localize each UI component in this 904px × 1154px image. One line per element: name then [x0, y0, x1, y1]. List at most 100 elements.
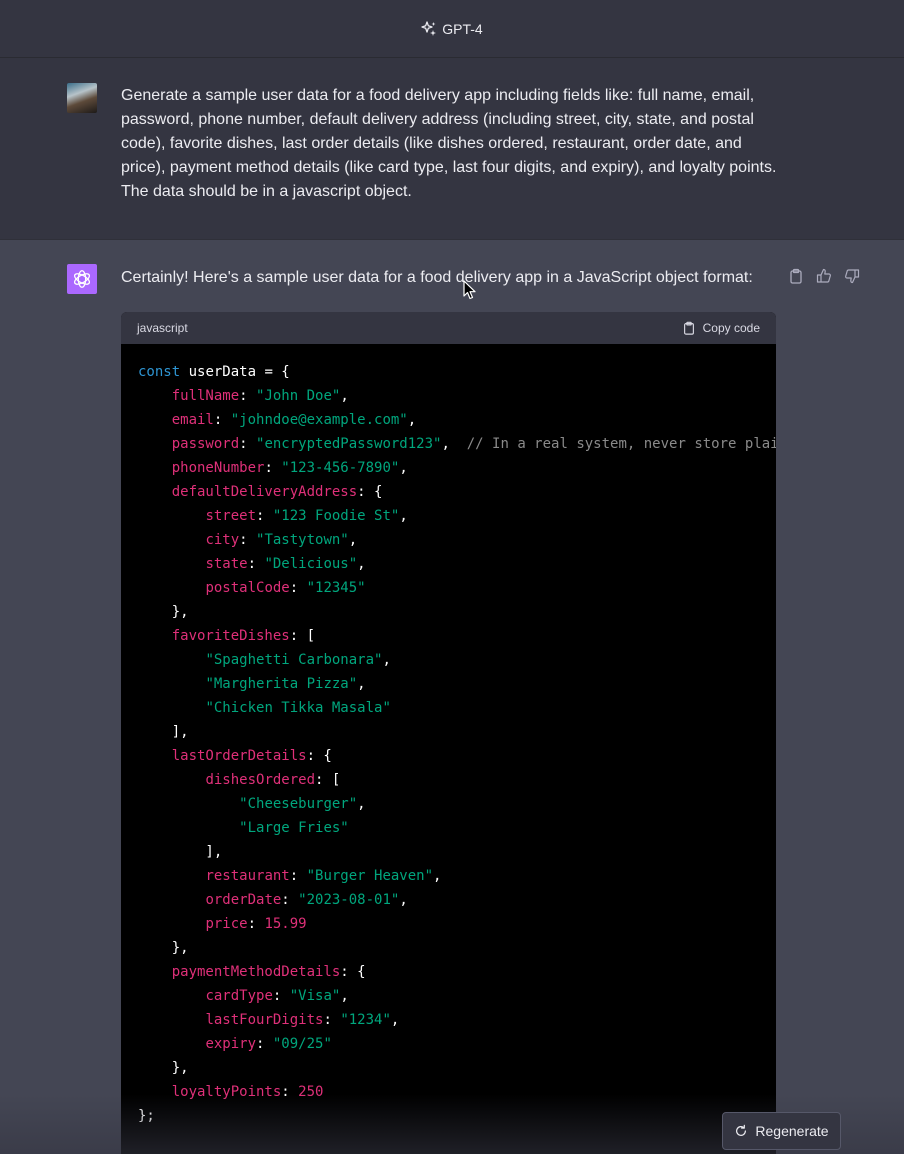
regenerate-button[interactable]: Regenerate — [722, 1112, 841, 1150]
copy-code-button[interactable]: Copy code — [682, 321, 760, 335]
code-token: , — [441, 436, 467, 452]
code-token: : [ — [289, 628, 316, 644]
regenerate-label: Regenerate — [755, 1123, 829, 1139]
code-token: : — [239, 436, 257, 452]
code-line: ], — [138, 720, 776, 744]
code-line: cardType: "Visa", — [138, 984, 776, 1008]
code-token: , — [382, 652, 391, 668]
code-token: phoneNumber — [171, 460, 265, 476]
code-token: }, — [138, 940, 189, 956]
user-message-text: Generate a sample user data for a food d… — [121, 87, 777, 200]
code-line: lastFourDigits: "1234", — [138, 1008, 776, 1032]
code-token: "Delicious" — [264, 556, 358, 572]
code-token: : — [239, 532, 257, 548]
code-token: city — [205, 532, 240, 548]
code-token: paymentMethodDetails — [171, 964, 341, 980]
code-token: "09/25" — [272, 1036, 332, 1052]
code-token: : — [289, 868, 307, 884]
code-token: expiry — [205, 1036, 257, 1052]
code-token: ], — [138, 724, 189, 740]
code-token: "123-456-7890" — [281, 460, 400, 476]
code-token: postalCode — [205, 580, 290, 596]
code-line: fullName: "John Doe", — [138, 384, 776, 408]
thumbs-down-icon — [845, 269, 860, 284]
thumbs-down-button[interactable] — [842, 266, 862, 286]
code-token: : — [256, 508, 273, 524]
code-token: "Large Fries" — [239, 820, 349, 836]
code-line: password: "encryptedPassword123", // In … — [138, 432, 776, 456]
assistant-intro-text: Certainly! Here's a sample user data for… — [121, 269, 753, 286]
code-line: orderDate: "2023-08-01", — [138, 888, 776, 912]
code-token: : — [289, 580, 307, 596]
code-token: 15.99 — [264, 916, 307, 932]
code-header: javascript Copy code — [121, 312, 776, 344]
code-token: // In a real system, never store plai — [466, 436, 776, 452]
code-line: street: "123 Foodie St", — [138, 504, 776, 528]
code-line: "Margherita Pizza", — [138, 672, 776, 696]
code-token: restaurant — [205, 868, 290, 884]
code-token: "johndoe@example.com" — [230, 412, 408, 428]
code-token: : { — [340, 964, 366, 980]
code-line: "Large Fries" — [138, 816, 776, 840]
sparkle-icon — [421, 20, 437, 36]
code-token: : { — [306, 748, 332, 764]
code-line: price: 15.99 — [138, 912, 776, 936]
code-token: : — [264, 460, 282, 476]
assistant-avatar — [67, 264, 97, 294]
user-avatar — [67, 83, 97, 113]
code-line: email: "johndoe@example.com", — [138, 408, 776, 432]
copy-message-button[interactable] — [786, 266, 806, 286]
code-token: "Burger Heaven" — [306, 868, 434, 884]
code-token: : — [272, 988, 290, 1004]
model-selector[interactable]: GPT-4 — [421, 20, 483, 37]
code-token: : — [281, 892, 299, 908]
code-line: loyaltyPoints: 250 — [138, 1080, 776, 1104]
code-token: "2023-08-01" — [298, 892, 400, 908]
thumbs-up-button[interactable] — [814, 266, 834, 286]
clipboard-icon — [790, 268, 802, 284]
refresh-icon — [736, 1124, 747, 1136]
code-token: lastOrderDetails — [171, 748, 307, 764]
code-line: phoneNumber: "123-456-7890", — [138, 456, 776, 480]
code-line: lastOrderDetails: { — [138, 744, 776, 768]
code-token: "Margherita Pizza" — [205, 676, 358, 692]
code-token: , — [390, 1012, 400, 1028]
code-token: , — [357, 796, 366, 812]
code-token: }, — [138, 1060, 189, 1076]
code-line: restaurant: "Burger Heaven", — [138, 864, 776, 888]
code-token: , — [407, 412, 417, 428]
code-token: }; — [138, 1108, 155, 1124]
code-token: password — [171, 436, 240, 452]
code-line: }, — [138, 600, 776, 624]
code-line: postalCode: "12345" — [138, 576, 776, 600]
thumbs-up-icon — [816, 268, 831, 283]
code-token: street — [205, 508, 257, 524]
code-token: : — [239, 388, 257, 404]
code-content: const userData = { fullName: "John Doe",… — [121, 344, 776, 1128]
code-line: dishesOrdered: [ — [138, 768, 776, 792]
code-token: : — [281, 1084, 299, 1100]
code-token: "encryptedPassword123" — [256, 436, 442, 452]
code-token: cardType — [205, 988, 273, 1004]
code-block: javascript Copy code const userData = { … — [121, 312, 776, 1154]
code-token: , — [399, 460, 408, 476]
message-actions — [786, 266, 862, 286]
code-token: : — [247, 556, 265, 572]
code-token: const — [138, 364, 181, 380]
